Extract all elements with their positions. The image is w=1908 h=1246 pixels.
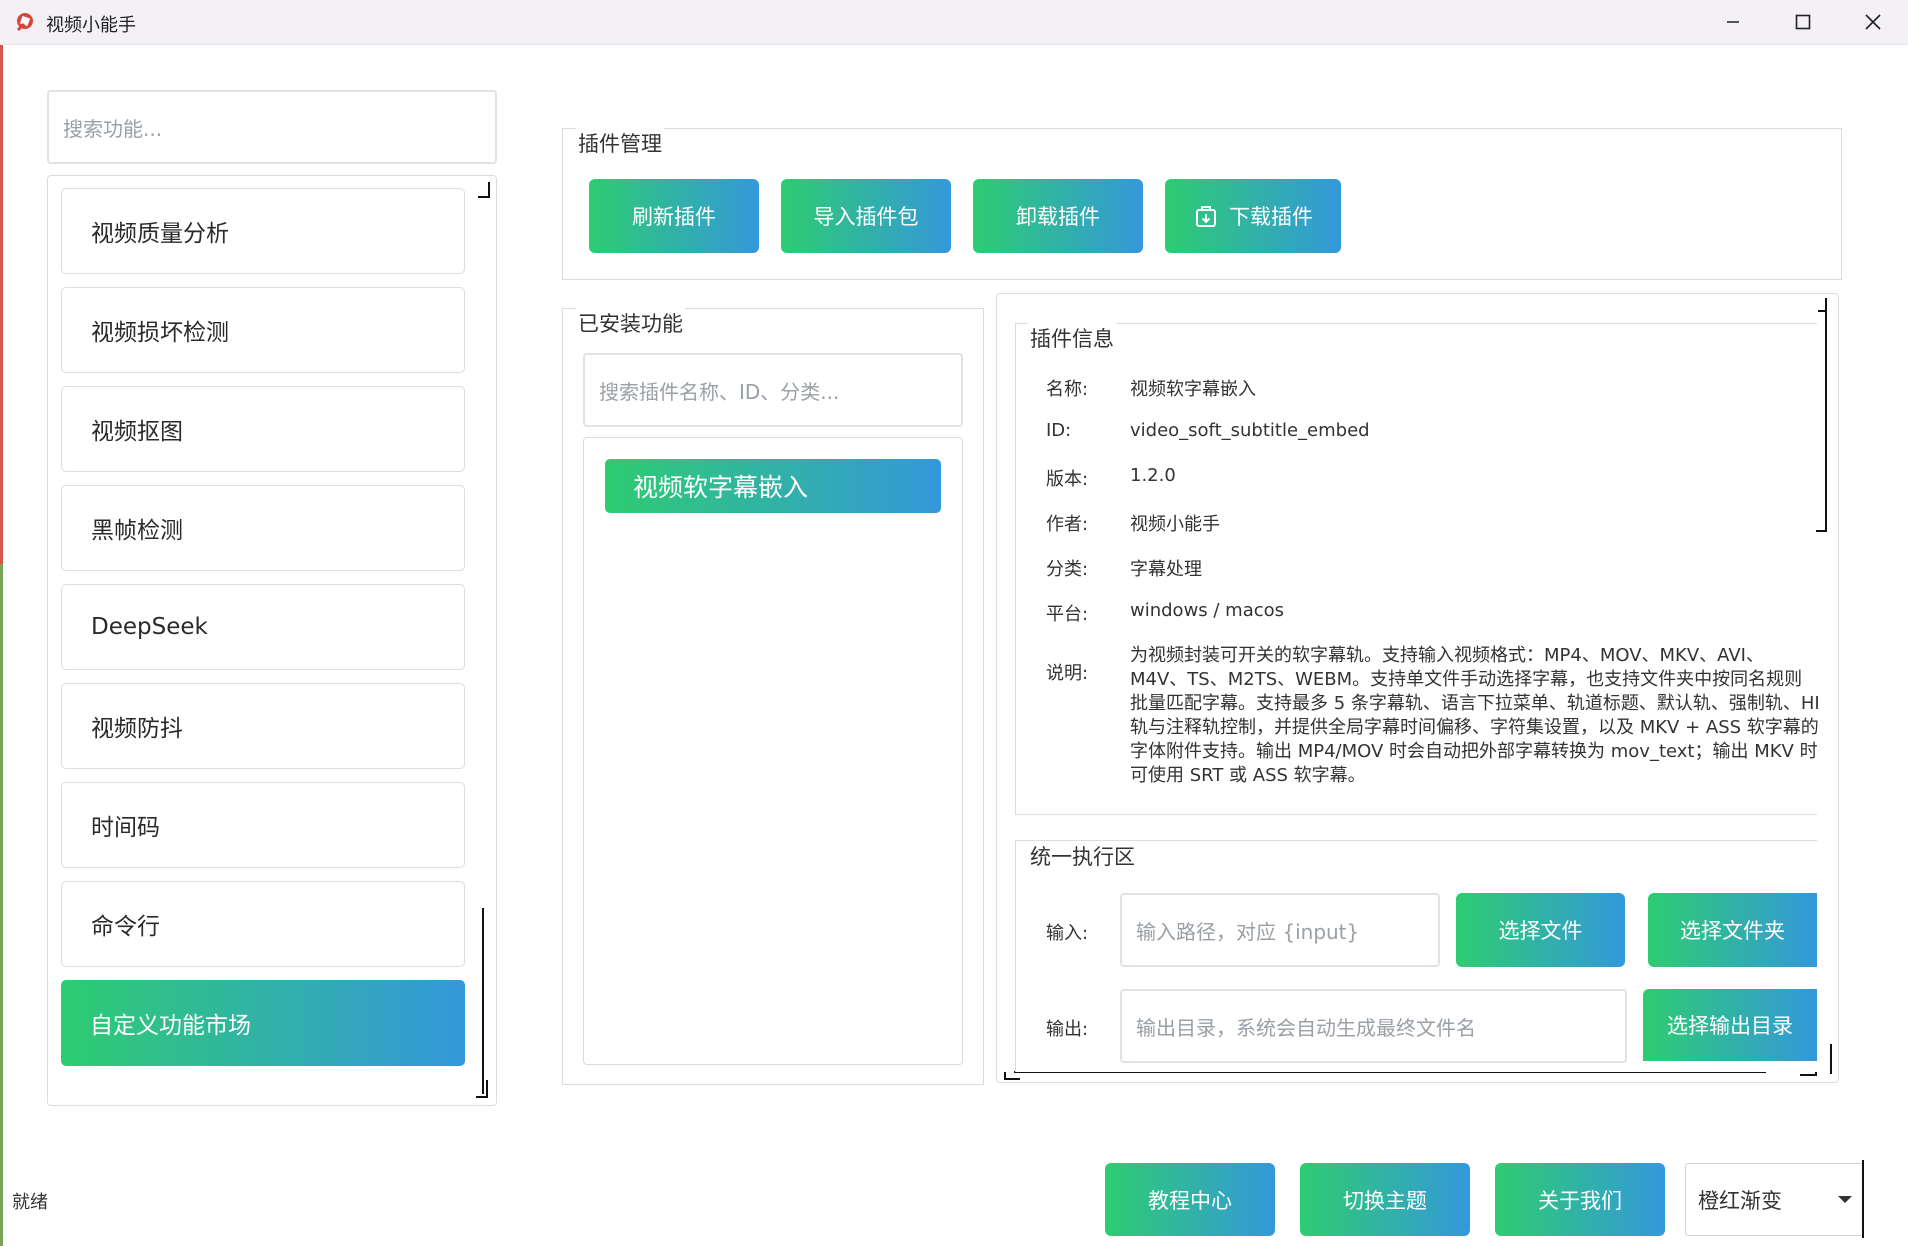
sidebar-item-video-matting[interactable]: 视频抠图 [61, 386, 465, 472]
sidebar-scroll-top-marker-h [478, 196, 490, 198]
package-download-icon [1196, 206, 1216, 227]
output-dir-field[interactable]: 输出目录，系统会自动生成最终文件名 [1120, 989, 1627, 1063]
info-id-label: ID: [1046, 420, 1072, 441]
details-h-scroll-left-marker-h [1004, 1078, 1020, 1080]
sidebar-item-custom-market[interactable]: 自定义功能市场 [61, 980, 465, 1066]
installed-item-soft-subtitle[interactable]: 视频软字幕嵌入 [605, 459, 941, 513]
installed-title: 已安装功能 [576, 308, 685, 338]
sidebar-item-stabilize[interactable]: 视频防抖 [61, 683, 465, 769]
input-label: 输入: [1046, 923, 1089, 944]
plugin-search-input[interactable]: 搜索插件名称、ID、分类... [583, 353, 963, 427]
sidebar-item-command-line[interactable]: 命令行 [61, 881, 465, 967]
download-plugin-button[interactable]: 下载插件 [1165, 179, 1341, 253]
sidebar-item-black-frame[interactable]: 黑帧检测 [61, 485, 465, 571]
info-version-value: 1.2.0 [1130, 465, 1176, 486]
minimize-icon [1727, 21, 1739, 23]
info-id-value: video_soft_subtitle_embed [1130, 420, 1370, 441]
title-bar: 视频小能手 [0, 0, 1908, 45]
info-description-label: 说明: [1046, 663, 1089, 684]
theme-select[interactable]: 橙红渐变 [1685, 1163, 1863, 1236]
plugin-management-title: 插件管理 [576, 128, 664, 158]
output-label: 输出: [1046, 1019, 1089, 1040]
minimize-button[interactable] [1698, 0, 1768, 44]
status-text: 就绪 [12, 1192, 48, 1213]
sidebar-scroll-bottom-marker-h [476, 1096, 488, 1098]
select-file-button[interactable]: 选择文件 [1456, 893, 1625, 967]
info-platform-value: windows / macos [1130, 600, 1285, 621]
sidebar-item-deepseek[interactable]: DeepSeek [61, 584, 465, 670]
uninstall-plugin-button[interactable]: 卸载插件 [973, 179, 1143, 253]
details-scroll-marker [1816, 530, 1826, 532]
sidebar-item-timecode[interactable]: 时间码 [61, 782, 465, 868]
close-button[interactable] [1838, 0, 1908, 44]
sidebar-item-video-quality[interactable]: 视频质量分析 [61, 188, 465, 274]
maximize-button[interactable] [1768, 0, 1838, 44]
sidebar-scrollbar[interactable] [482, 908, 484, 1094]
window-edge-accent-lower [0, 564, 3, 1246]
sidebar-item-video-damage[interactable]: 视频损坏检测 [61, 287, 465, 373]
close-icon [1865, 14, 1881, 30]
info-platform-label: 平台: [1046, 604, 1089, 625]
info-author-label: 作者: [1046, 514, 1089, 535]
sidebar-search-input[interactable]: 搜索功能... [47, 90, 497, 164]
tutorial-center-button[interactable]: 教程中心 [1105, 1163, 1275, 1236]
details-corner-marker [1830, 1044, 1832, 1074]
info-description-text: 为视频封装可开关的软字幕轨。支持输入视频格式：MP4、MOV、MKV、AVI、 … [1130, 645, 1818, 786]
about-us-button[interactable]: 关于我们 [1495, 1163, 1665, 1236]
execution-title: 统一执行区 [1028, 841, 1137, 871]
input-path-field[interactable]: 输入路径，对应 {input} [1120, 893, 1440, 967]
app-logo-icon [16, 13, 33, 32]
info-category-value: 字幕处理 [1130, 559, 1202, 580]
installed-list [583, 437, 963, 1065]
details-corner-marker-h [1800, 1074, 1816, 1076]
select-output-dir-button[interactable]: 选择输出目录 [1643, 989, 1817, 1061]
maximize-icon [1795, 14, 1811, 30]
switch-theme-button[interactable]: 切换主题 [1300, 1163, 1470, 1236]
import-plugin-button[interactable]: 导入插件包 [781, 179, 951, 253]
plugin-info-title: 插件信息 [1028, 323, 1116, 353]
chevron-down-icon [1838, 1196, 1852, 1203]
window-title: 视频小能手 [46, 15, 136, 36]
info-category-label: 分类: [1046, 559, 1089, 580]
info-author-value: 视频小能手 [1130, 514, 1220, 535]
details-scrollbar[interactable] [1825, 298, 1827, 532]
window-resize-edge [1862, 1160, 1864, 1238]
select-folder-button[interactable]: 选择文件夹 [1648, 893, 1817, 967]
window-edge-accent [0, 44, 3, 564]
info-name-label: 名称: [1046, 379, 1089, 400]
details-scroll-top-marker [1818, 310, 1826, 312]
info-version-label: 版本: [1046, 469, 1089, 490]
info-name-value: 视频软字幕嵌入 [1130, 379, 1256, 400]
refresh-plugins-button[interactable]: 刷新插件 [589, 179, 759, 253]
